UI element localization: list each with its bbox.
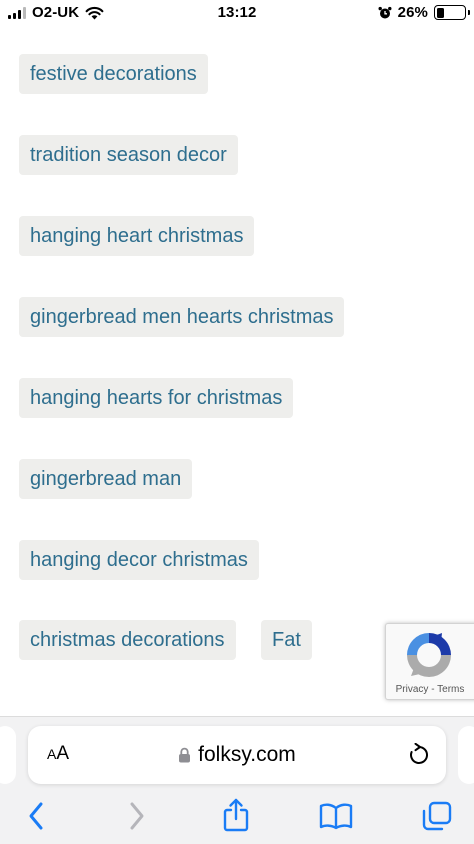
url-display[interactable]: folksy.com <box>28 743 446 767</box>
next-tab-card[interactable] <box>458 726 474 784</box>
tag-link[interactable]: festive decorations <box>19 54 208 94</box>
battery-percent: 26% <box>397 4 428 21</box>
tag-link[interactable]: christmas decorations <box>19 620 236 660</box>
share-icon[interactable] <box>222 797 250 833</box>
recaptcha-icon <box>407 633 451 677</box>
recaptcha-links: Privacy - Terms <box>386 684 474 695</box>
recaptcha-badge[interactable]: Privacy - Terms <box>385 623 474 700</box>
tag-link[interactable]: tradition season decor <box>19 135 238 175</box>
forward-icon[interactable] <box>128 800 146 832</box>
address-bar[interactable]: AA folksy.com <box>28 726 446 784</box>
tag-link[interactable]: Fat <box>261 620 312 660</box>
battery-icon <box>434 5 470 20</box>
tag-link[interactable]: gingerbread men hearts christmas <box>19 297 345 337</box>
tag-link[interactable]: gingerbread man <box>19 459 193 499</box>
back-icon[interactable] <box>27 800 45 832</box>
tag-link[interactable]: hanging hearts for christmas <box>19 378 294 418</box>
url-text: folksy.com <box>198 743 296 766</box>
tabs-icon[interactable] <box>421 800 453 832</box>
reload-icon[interactable] <box>408 743 430 767</box>
status-right: 26% <box>378 4 470 21</box>
recaptcha-terms-link[interactable]: Terms <box>437 684 464 695</box>
previous-tab-card[interactable] <box>0 726 16 784</box>
lock-icon <box>179 747 191 763</box>
recaptcha-privacy-link[interactable]: Privacy <box>396 684 429 695</box>
alarm-icon <box>378 6 392 18</box>
recaptcha-separator: - <box>428 684 438 695</box>
tag-link[interactable]: hanging decor christmas <box>19 540 259 580</box>
bookmarks-icon[interactable] <box>319 802 353 830</box>
tag-link[interactable]: hanging heart christmas <box>19 216 255 256</box>
status-bar: O2-UK 13:12 26% <box>0 0 474 26</box>
